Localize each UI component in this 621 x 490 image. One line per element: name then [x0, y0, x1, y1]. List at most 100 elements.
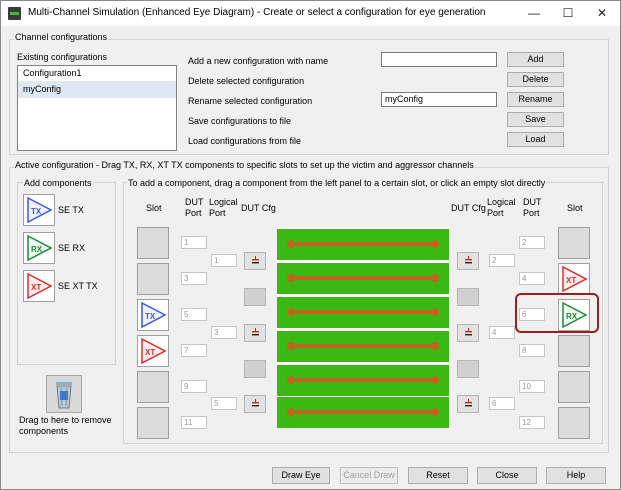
trace-icon	[287, 408, 439, 416]
channel-configurations-label: Channel configurations	[14, 32, 109, 42]
left-slot-header: Slot	[146, 203, 162, 213]
close-button[interactable]: Close	[477, 467, 537, 484]
left-dut-cfg-button[interactable]	[244, 252, 266, 270]
cancel-draw-button[interactable]: Cancel Draw	[340, 467, 398, 484]
app-icon	[8, 7, 21, 20]
left-dut-port: 5	[181, 308, 207, 321]
channel-lane	[277, 297, 449, 328]
left-slot-3[interactable]	[137, 263, 169, 295]
left-dut-cfg-button[interactable]	[244, 324, 266, 342]
tx-triangle-icon: TX	[141, 301, 167, 329]
trace-icon	[287, 342, 439, 350]
rename-config-input[interactable]: myConfig	[381, 92, 497, 107]
left-logical-port-header: Logical Port	[209, 197, 238, 218]
rename-config-label: Rename selected configuration	[188, 96, 313, 106]
config-list-item-selected[interactable]: myConfig	[18, 82, 176, 98]
configurations-list[interactable]: Configuration1 myConfig	[17, 65, 177, 151]
channel-lane	[277, 331, 449, 362]
slots-hint: To add a component, drag a component fro…	[127, 178, 547, 188]
svg-text:XT: XT	[145, 348, 155, 357]
capacitor-icon	[252, 328, 259, 336]
channel-lane	[277, 365, 449, 396]
se-tx-component[interactable]: TX	[23, 194, 55, 226]
svg-text:TX: TX	[31, 207, 42, 216]
title-bar: Multi-Channel Simulation (Enhanced Eye D…	[1, 1, 620, 26]
xt-triangle-icon: XT	[141, 337, 167, 365]
left-slot-9[interactable]	[137, 371, 169, 403]
left-dut-cfg-empty[interactable]	[244, 360, 266, 378]
left-dut-cfg-empty[interactable]	[244, 288, 266, 306]
draw-eye-button[interactable]: Draw Eye	[272, 467, 330, 484]
rx-triangle-icon: RX	[27, 234, 53, 262]
right-dut-port-header: DUT Port	[523, 197, 542, 218]
delete-button[interactable]: Delete	[507, 72, 564, 87]
right-logical-port: 2	[489, 254, 515, 267]
tx-triangle-icon: TX	[27, 196, 53, 224]
add-config-label: Add a new configuration with name	[188, 56, 329, 66]
add-button[interactable]: Add	[507, 52, 564, 67]
active-configuration-label: Active configuration - Drag TX, RX, XT T…	[14, 160, 475, 170]
right-dut-port: 12	[519, 416, 545, 429]
trace-icon	[287, 308, 439, 316]
left-slot-7[interactable]: XT	[137, 335, 169, 367]
rx-slot-highlight	[515, 293, 599, 333]
svg-text:RX: RX	[31, 245, 43, 254]
right-dut-cfg-button[interactable]	[457, 324, 479, 342]
xt-triangle-icon: XT	[562, 265, 588, 293]
left-dut-cfg-header: DUT Cfg	[241, 203, 276, 213]
right-logical-port-header: Logical Port	[487, 197, 516, 218]
right-slot-10[interactable]	[558, 371, 590, 403]
left-dut-cfg-button[interactable]	[244, 395, 266, 413]
load-button[interactable]: Load	[507, 132, 564, 147]
rename-button[interactable]: Rename	[507, 92, 564, 107]
close-window-button[interactable]: ✕	[585, 1, 619, 26]
right-logical-port: 4	[489, 326, 515, 339]
remove-drop-zone[interactable]	[46, 375, 82, 413]
minimize-button[interactable]: —	[517, 1, 551, 26]
right-dut-port: 4	[519, 272, 545, 285]
help-button[interactable]: Help	[546, 467, 606, 484]
left-slot-1[interactable]	[137, 227, 169, 259]
left-logical-port: 1	[211, 254, 237, 267]
svg-text:XT: XT	[31, 283, 41, 292]
se-xt-tx-label: SE XT TX	[58, 281, 98, 291]
right-slot-2[interactable]	[558, 227, 590, 259]
right-dut-cfg-empty[interactable]	[457, 288, 479, 306]
save-button[interactable]: Save	[507, 112, 564, 127]
xt-triangle-icon: XT	[27, 272, 53, 300]
left-logical-port: 3	[211, 326, 237, 339]
right-logical-port: 6	[489, 397, 515, 410]
right-dut-port: 10	[519, 380, 545, 393]
channel-lane	[277, 397, 449, 428]
reset-button[interactable]: Reset	[408, 467, 468, 484]
window-title: Multi-Channel Simulation (Enhanced Eye D…	[28, 7, 486, 18]
existing-configurations-label: Existing configurations	[17, 52, 108, 62]
right-dut-port: 8	[519, 344, 545, 357]
remove-components-label: Drag to here to remove components	[19, 415, 112, 436]
trash-bin-icon	[56, 382, 72, 409]
left-slot-11[interactable]	[137, 407, 169, 439]
right-dut-cfg-button[interactable]	[457, 395, 479, 413]
right-slot-12[interactable]	[558, 407, 590, 439]
main-window: Multi-Channel Simulation (Enhanced Eye D…	[0, 0, 621, 490]
se-rx-label: SE RX	[58, 243, 86, 253]
config-list-item[interactable]: Configuration1	[18, 66, 176, 82]
add-components-label: Add components	[23, 178, 93, 188]
right-slot-header: Slot	[567, 203, 583, 213]
left-slot-5[interactable]: TX	[137, 299, 169, 331]
maximize-button[interactable]: ☐	[551, 1, 585, 26]
se-xt-tx-component[interactable]: XT	[23, 270, 55, 302]
trace-icon	[287, 274, 439, 282]
se-tx-label: SE TX	[58, 205, 84, 215]
channel-board	[277, 227, 449, 428]
new-config-name-input[interactable]	[381, 52, 497, 67]
se-rx-component[interactable]: RX	[23, 232, 55, 264]
left-dut-port-header: DUT Port	[185, 197, 204, 218]
right-slot-8[interactable]	[558, 335, 590, 367]
channel-lane	[277, 229, 449, 260]
right-dut-cfg-button[interactable]	[457, 252, 479, 270]
channel-lane	[277, 263, 449, 294]
right-dut-cfg-empty[interactable]	[457, 360, 479, 378]
capacitor-icon	[252, 399, 259, 407]
right-slot-4[interactable]: XT	[558, 263, 590, 295]
